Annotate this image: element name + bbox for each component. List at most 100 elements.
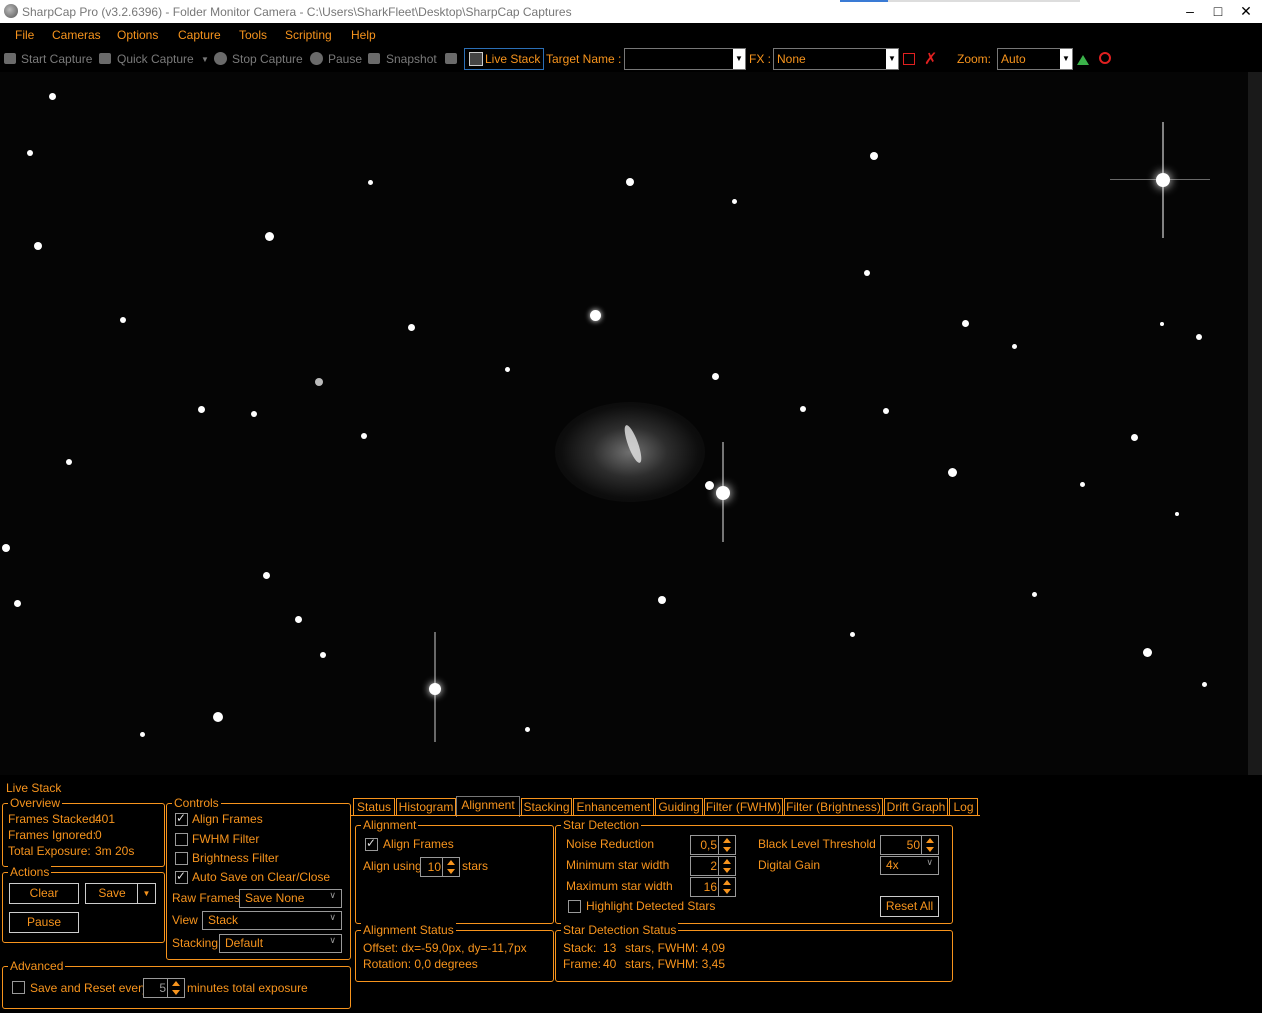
menu-capture[interactable]: Capture <box>178 28 221 42</box>
tab-baseline <box>350 815 980 816</box>
tab-stacking[interactable]: Stacking <box>521 798 572 816</box>
menu-scripting[interactable]: Scripting <box>285 28 332 42</box>
zoom-select[interactable]: Auto ▼ <box>997 48 1073 70</box>
frames-ignored-label: Frames Ignored: <box>8 828 97 842</box>
histogram-icon[interactable] <box>1077 55 1089 65</box>
pause-button[interactable]: Pause <box>328 52 362 66</box>
raw-frames-select[interactable]: Save None ∨ <box>239 889 342 908</box>
digital-gain-select[interactable]: 4x ∨ <box>880 856 939 875</box>
star <box>361 433 367 439</box>
minimize-icon[interactable]: – <box>1176 3 1204 19</box>
spinner-arrows-icon[interactable] <box>167 979 184 997</box>
max-star-width-spinner[interactable]: 16 <box>690 877 736 897</box>
pause-stack-button[interactable]: Pause <box>9 912 79 933</box>
vertical-scrollbar[interactable] <box>1248 72 1262 775</box>
align-frames-checkbox[interactable] <box>175 811 188 826</box>
live-stack-button[interactable]: Live Stack <box>464 48 544 70</box>
black-level-spinner[interactable]: 50 <box>880 835 939 855</box>
brightness-filter-checkbox[interactable] <box>175 852 188 865</box>
quick-capture-button[interactable]: Quick Capture <box>117 52 194 66</box>
start-capture-button[interactable]: Start Capture <box>21 52 92 66</box>
maximize-icon[interactable]: □ <box>1204 3 1232 19</box>
noise-reduction-spinner[interactable]: 0,5 <box>690 835 736 855</box>
chevron-down-icon: ∨ <box>329 912 336 922</box>
stop-capture-button[interactable]: Stop Capture <box>232 52 303 66</box>
tab-drift-graph[interactable]: Drift Graph <box>884 798 948 816</box>
save-reset-spinner[interactable]: 5 <box>143 978 185 998</box>
spinner-arrows-icon[interactable] <box>718 836 735 854</box>
chevron-down-icon[interactable]: ▼ <box>886 49 898 69</box>
reticle-icon[interactable]: ✗ <box>924 49 937 69</box>
fwhm-filter-checkbox[interactable] <box>175 833 188 846</box>
chevron-down-icon[interactable]: ▼ <box>733 49 745 69</box>
star <box>505 367 510 372</box>
tab-status[interactable]: Status <box>353 798 395 816</box>
star <box>732 199 737 204</box>
diffraction-spike <box>434 632 436 742</box>
fx-select[interactable]: None ▼ <box>773 48 899 70</box>
tab-histogram[interactable]: Histogram <box>396 798 456 816</box>
star <box>948 468 957 477</box>
align-using-label: Align using <box>363 859 422 873</box>
star-detection-group: Star Detection Noise Reduction 0,5 Minim… <box>555 818 953 924</box>
chevron-down-icon[interactable]: ▼ <box>1060 49 1072 69</box>
pause-icon <box>310 52 323 65</box>
close-icon[interactable]: ✕ <box>1232 3 1260 19</box>
chevron-down-icon[interactable]: ▼ <box>201 55 209 64</box>
chevron-down-icon[interactable]: ▼ <box>137 883 156 904</box>
target-name-label: Target Name : <box>546 52 622 66</box>
display-icon[interactable] <box>445 53 457 64</box>
star <box>263 572 270 579</box>
highlight-stars-checkbox[interactable] <box>568 900 581 913</box>
align-using-spinner[interactable]: 10 <box>420 857 460 877</box>
zoom-icon[interactable] <box>1099 52 1111 64</box>
reset-all-button[interactable]: Reset All <box>880 896 939 917</box>
save-button[interactable]: Save <box>85 883 139 904</box>
snapshot-button[interactable]: Snapshot <box>386 52 437 66</box>
menu-file[interactable]: File <box>15 28 34 42</box>
view-select[interactable]: Stack ∨ <box>202 911 342 930</box>
overview-title: Overview <box>8 796 63 810</box>
star <box>1012 344 1017 349</box>
tab-filter-fwhm[interactable]: Filter (FWHM) <box>704 798 783 816</box>
title-bar: SharpCap Pro (v3.2.6396) - Folder Monito… <box>0 0 1262 23</box>
menu-options[interactable]: Options <box>117 28 158 42</box>
spinner-arrows-icon[interactable] <box>718 878 735 896</box>
window-title: SharpCap Pro (v3.2.6396) - Folder Monito… <box>22 5 572 19</box>
save-reset-label: Save and Reset every <box>30 981 149 995</box>
alignment-title: Alignment <box>361 818 419 832</box>
star <box>315 378 323 386</box>
align-frames-label: Align Frames <box>192 812 263 826</box>
save-reset-checkbox[interactable] <box>12 981 25 994</box>
tab-alignment[interactable]: Alignment <box>456 796 520 817</box>
star <box>962 320 969 327</box>
camera-image-viewport[interactable] <box>0 72 1248 775</box>
tab-enhancement[interactable]: Enhancement <box>573 798 654 816</box>
target-name-input[interactable]: ▼ <box>624 48 746 70</box>
tab-log[interactable]: Log <box>949 798 978 816</box>
stars-label: stars <box>462 859 489 873</box>
min-star-width-spinner[interactable]: 2 <box>690 856 736 876</box>
star <box>295 616 302 623</box>
auto-save-checkbox[interactable] <box>175 869 188 884</box>
black-level-label: Black Level Threshold <box>758 837 876 851</box>
tab-guiding[interactable]: Guiding <box>655 798 703 816</box>
menu-help[interactable]: Help <box>351 28 376 42</box>
spinner-arrows-icon[interactable] <box>718 857 735 875</box>
live-stack-label: Live Stack <box>485 52 541 66</box>
star <box>251 411 257 417</box>
clear-button[interactable]: Clear <box>9 883 79 904</box>
stacking-select[interactable]: Default ∨ <box>219 934 342 953</box>
offset-text: Offset: dx=-59,0px, dy=-11,7px <box>363 941 527 955</box>
spinner-arrows-icon[interactable] <box>921 836 938 854</box>
tab-filter-brightness[interactable]: Filter (Brightness) <box>784 798 883 816</box>
star <box>1131 434 1138 441</box>
menu-cameras[interactable]: Cameras <box>52 28 101 42</box>
digital-gain-label: Digital Gain <box>758 858 821 872</box>
alignment-status-group: Alignment Status Offset: dx=-59,0px, dy=… <box>355 923 554 982</box>
star <box>140 732 145 737</box>
menu-tools[interactable]: Tools <box>239 28 267 42</box>
align-frames-tab-checkbox[interactable] <box>365 836 378 851</box>
spinner-arrows-icon[interactable] <box>442 858 459 876</box>
selection-area-icon[interactable] <box>903 53 915 65</box>
